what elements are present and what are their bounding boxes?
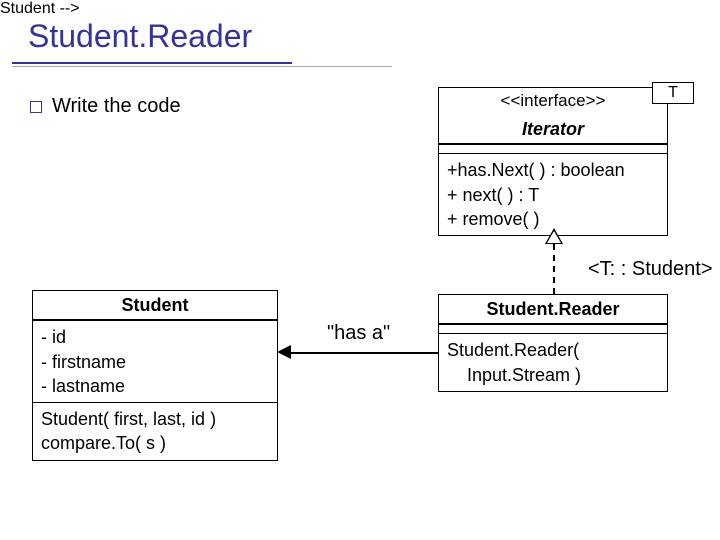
student-attr: - firstname [41, 350, 269, 374]
iterator-name: Iterator [439, 115, 667, 144]
title-underline [12, 62, 292, 64]
uml-student: Student - id - firstname - lastname Stud… [32, 290, 278, 461]
association-line [290, 352, 438, 354]
reader-ops: Student.Reader( Input.Stream ) [439, 333, 667, 391]
iterator-op: +has.Next( ) : boolean [447, 158, 659, 182]
uml-student-reader: Student.Reader Student.Reader( Input.Str… [438, 294, 668, 392]
reader-op: Input.Stream ) [447, 363, 659, 387]
iterator-attrs-empty [439, 144, 667, 153]
iterator-type-param: T [652, 82, 694, 104]
bullet-write-code: Write the code [30, 95, 181, 118]
student-op: compare.To( s ) [41, 431, 269, 455]
association-arrowhead-icon [277, 345, 291, 359]
reader-attrs-empty [439, 324, 667, 333]
association-label: "has a" [327, 322, 390, 345]
realization-line [553, 244, 555, 294]
page-title: Student.Reader [28, 18, 252, 55]
reader-name: Student.Reader [439, 295, 667, 324]
student-attrs: - id - firstname - lastname [33, 320, 277, 402]
student-attr: - lastname [41, 374, 269, 398]
bullet-text: Write the code [52, 95, 181, 117]
binding-label: <T: : Student> [588, 258, 713, 281]
uml-iterator: <<interface>> Iterator +has.Next( ) : bo… [438, 87, 668, 236]
reader-op: Student.Reader( [447, 338, 659, 362]
iterator-stereotype: <<interface>> [439, 88, 667, 115]
student-ops: Student( first, last, id ) compare.To( s… [33, 402, 277, 460]
realization-arrowhead-icon [545, 228, 563, 244]
title-underline-shadow [12, 66, 392, 67]
iterator-op: + next( ) : T [447, 183, 659, 207]
student-op: Student( first, last, id ) [41, 407, 269, 431]
bullet-icon [30, 101, 42, 113]
student-attr: - id [41, 325, 269, 349]
iterator-ops: +has.Next( ) : boolean + next( ) : T + r… [439, 153, 667, 235]
student-name: Student [33, 291, 277, 320]
